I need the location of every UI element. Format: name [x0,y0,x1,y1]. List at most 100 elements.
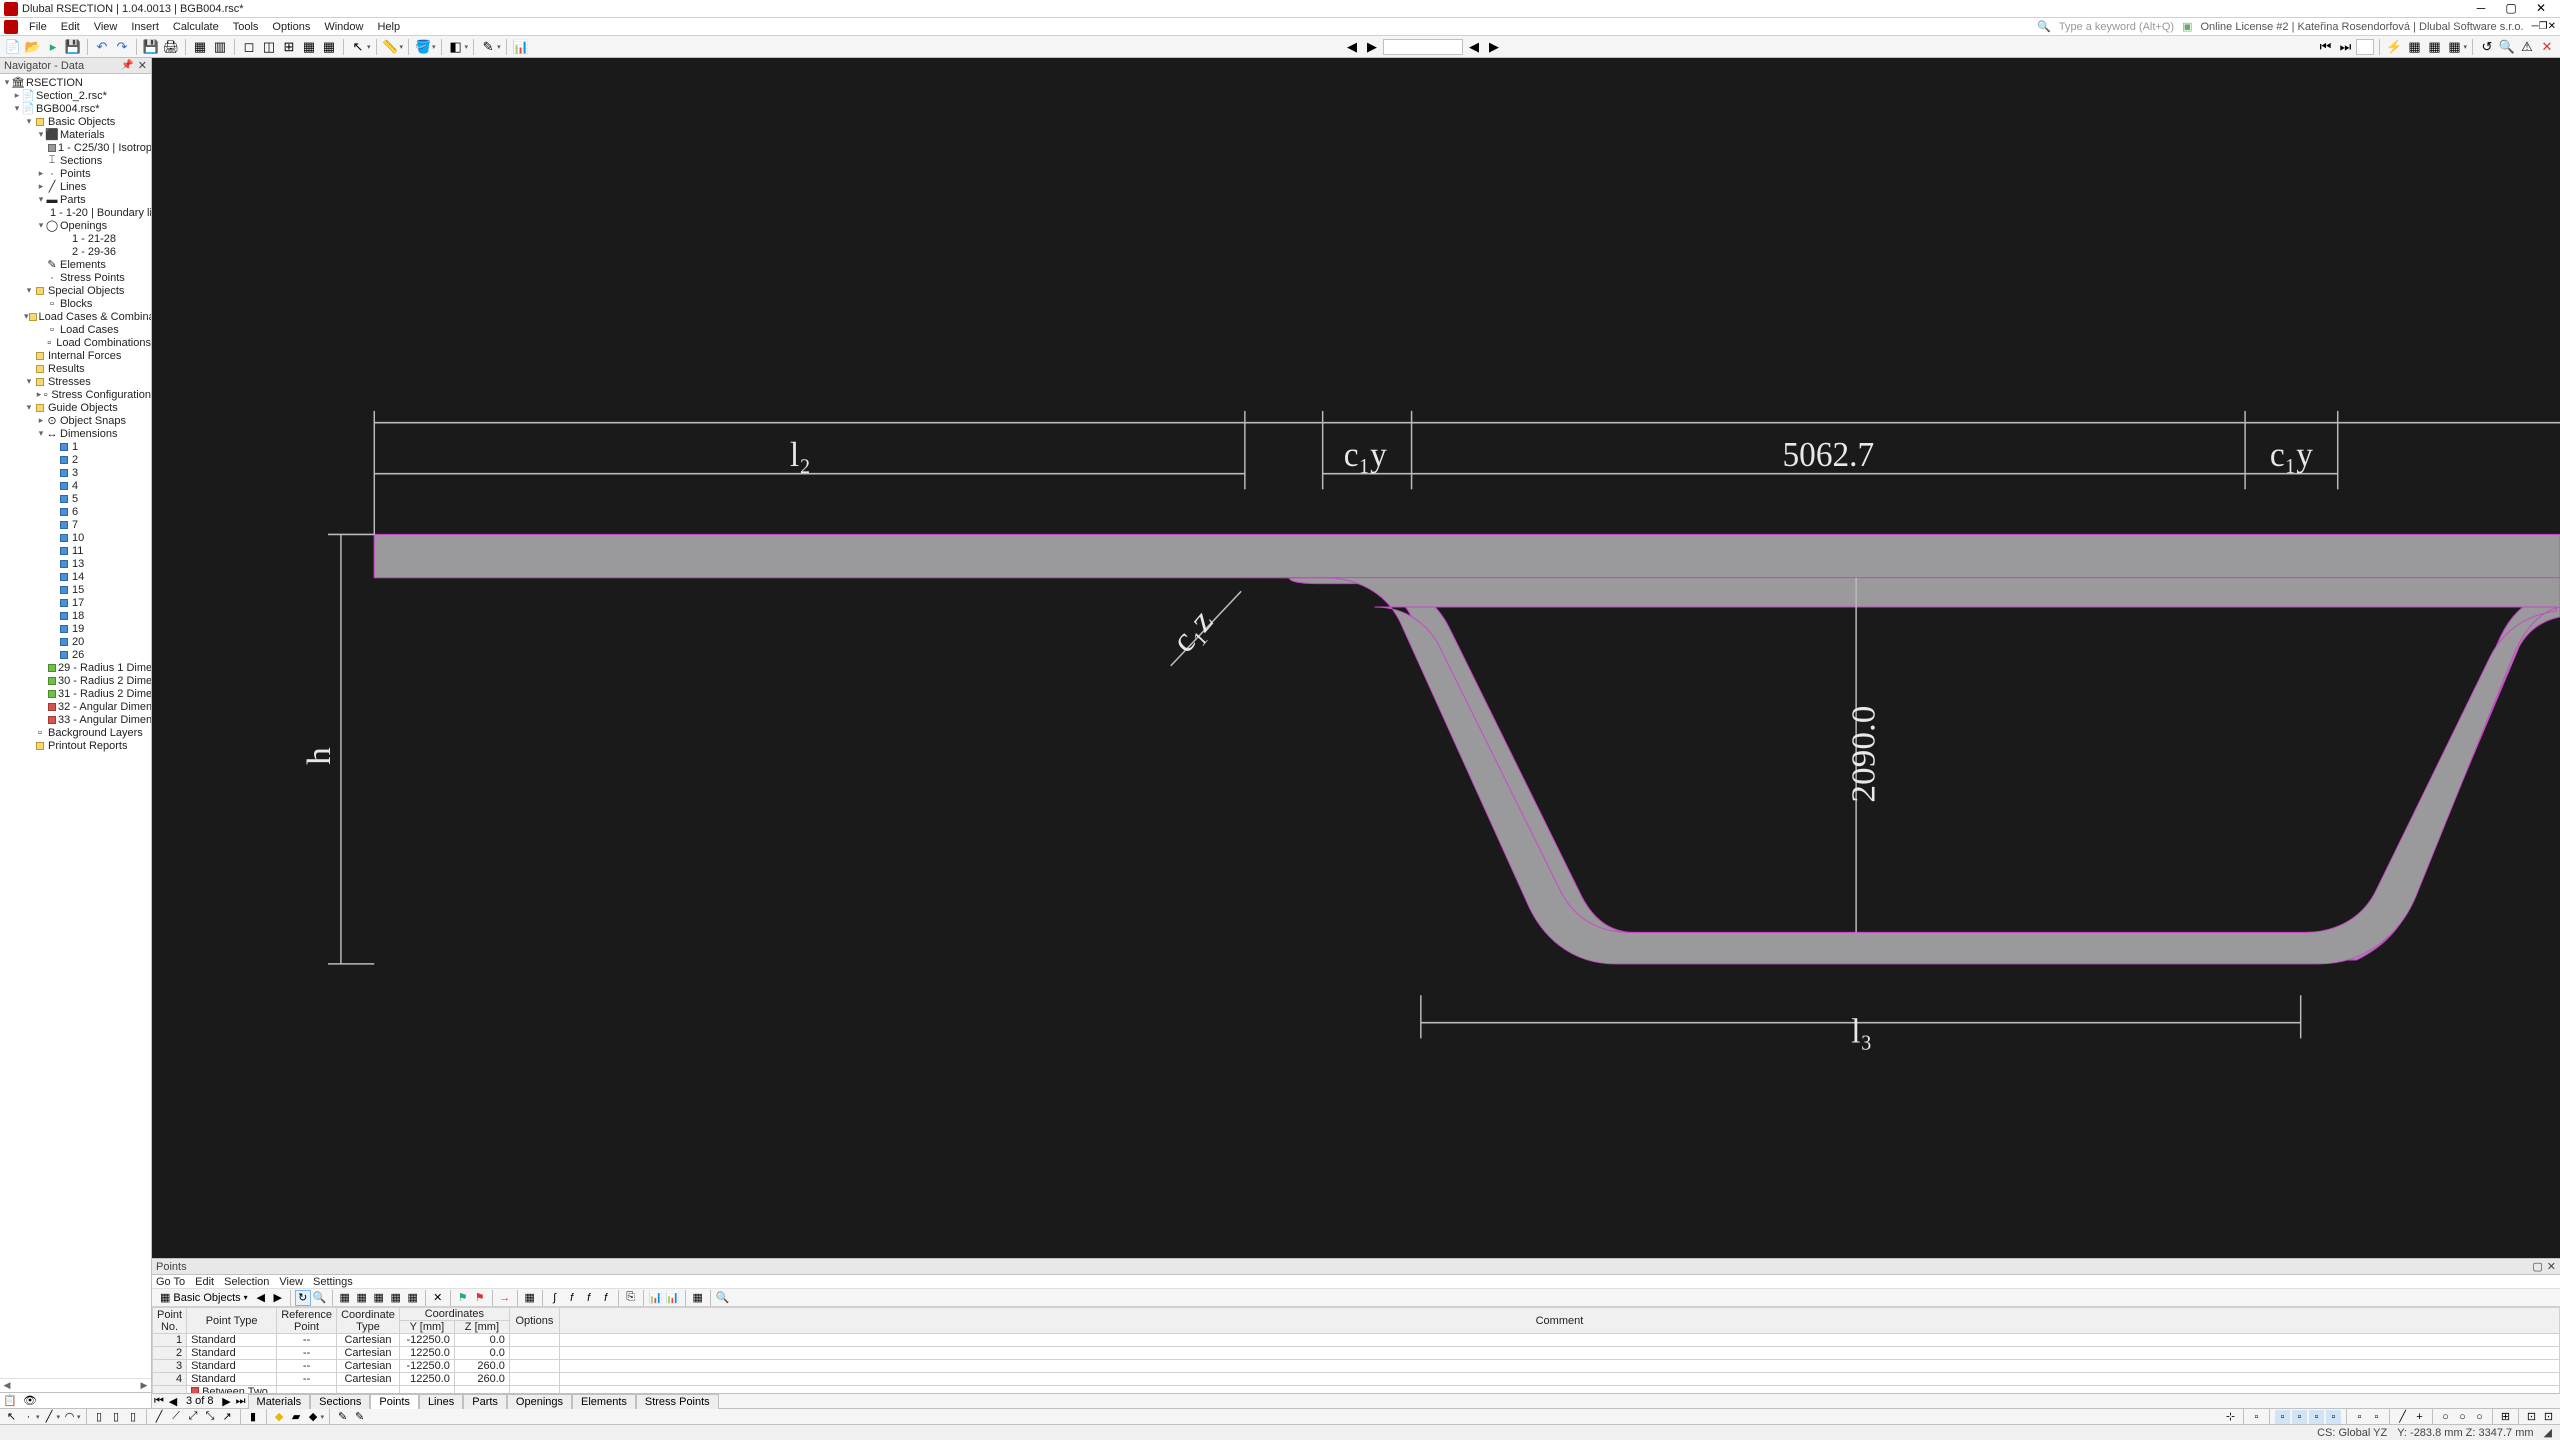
panel-close-icon[interactable]: ✕ [138,59,147,72]
app-menu-icon[interactable] [4,20,18,34]
redo-icon[interactable]: ↷ [113,38,131,56]
edit-tool[interactable]: ✎▾ [479,38,501,56]
menu-edit[interactable]: Edit [54,21,87,33]
bt-axis-icon[interactable]: ⊹ [2223,1410,2238,1424]
bt-2[interactable]: ·▾ [21,1410,40,1424]
th-comment[interactable]: Comment [559,1308,2559,1334]
menu-insert[interactable]: Insert [124,21,166,33]
child-minimize[interactable]: ─ [2532,21,2539,32]
th-ct[interactable]: Coordinate Type [337,1308,400,1334]
points-close-icon[interactable]: ✕ [2547,1260,2556,1273]
tree-dim-32[interactable]: 32 - Angular Dimension alpha 1 [0,700,151,713]
pp-first-icon[interactable]: ⏮ [152,1395,166,1408]
save-icon[interactable]: 💾 [64,38,82,56]
tree-sections[interactable]: ⌶Sections [0,154,151,167]
nav-prev2-icon[interactable]: ◀ [1465,38,1483,56]
pp-tab[interactable]: Sections [310,1394,370,1409]
pp-menu-edit[interactable]: Edit [195,1276,214,1288]
tree-dim-item[interactable]: 10 [0,531,151,544]
view5-icon[interactable]: ▦ [320,38,338,56]
pp-prev-icon[interactable]: ◀ [253,1290,269,1306]
pp-fx1-icon[interactable]: ∫ [547,1290,563,1306]
bt-16[interactable]: ◆▾ [306,1410,325,1424]
grid1-icon[interactable]: ▦ [191,38,209,56]
play-icon[interactable]: ▸ [44,38,62,56]
pp-tab[interactable]: Stress Points [636,1394,719,1409]
bt-v13-icon[interactable]: ⊞ [2498,1410,2513,1424]
bt-v10-icon[interactable]: ○ [2438,1410,2453,1424]
view1-icon[interactable]: ◻ [240,38,258,56]
menu-file[interactable]: File [22,21,54,33]
bt-v3-icon[interactable]: ▫ [2292,1410,2307,1424]
scroll-left-icon[interactable]: ◀ [0,1380,14,1391]
tree-opening-2[interactable]: 2 - 29-36 [0,245,151,258]
pp-tab[interactable]: Lines [419,1394,463,1409]
nav-next2-icon[interactable]: ▶ [1485,38,1503,56]
bt-5-icon[interactable]: ▯ [92,1410,107,1424]
pp-search-icon[interactable]: 🔍 [715,1290,731,1306]
warn-icon[interactable]: ⚠ [2518,38,2536,56]
tree-snaps[interactable]: ▸⊙Object Snaps [0,414,151,427]
bt-v14-icon[interactable]: ⊡ [2524,1410,2539,1424]
filter2-icon[interactable]: ▦ [2425,38,2443,56]
bt-10-icon[interactable]: ⤢ [186,1410,201,1424]
tree-dim-item[interactable]: 6 [0,505,151,518]
pp-grid-icon[interactable]: ▦ [522,1290,538,1306]
pp-prev-page-icon[interactable]: ◀ [166,1395,180,1408]
filter1-icon[interactable]: ▦ [2405,38,2423,56]
bt-6-icon[interactable]: ▯ [109,1410,124,1424]
nav-next-icon[interactable]: ▶ [1363,38,1381,56]
bt-9-icon[interactable]: ⟋ [169,1410,184,1424]
tree-dim-item[interactable]: 11 [0,544,151,557]
tree-stress-config[interactable]: ▸▫Stress Configuration [0,388,151,401]
table-row[interactable]: 1Standard--Cartesian-12250.00.0 [153,1334,2560,1347]
tree-dim-item[interactable]: 14 [0,570,151,583]
select-tool[interactable]: ↖▾ [349,38,371,56]
tree-reports[interactable]: Printout Reports [0,739,151,752]
canvas[interactable]: l₂ c₁y 5062.7 c₁y h 2090.0 l₃ c₁z [152,58,2560,1258]
close-button[interactable]: ✕ [2526,0,2556,18]
filter3-tool[interactable]: ▦▾ [2445,38,2467,56]
paint-tool[interactable]: 🪣▾ [414,38,436,56]
bt-v7-icon[interactable]: ▫ [2369,1410,2384,1424]
tree-dim-item[interactable]: 18 [0,609,151,622]
view2-icon[interactable]: ◫ [260,38,278,56]
tree-materials[interactable]: ▾⬛Materials [0,128,151,141]
search-hint[interactable]: Type a keyword (Alt+Q) [2051,21,2182,33]
pp-fx3-icon[interactable]: f [581,1290,597,1306]
bt-v11-icon[interactable]: ○ [2455,1410,2470,1424]
pp-t5-icon[interactable]: ▦ [405,1290,421,1306]
bt-7-icon[interactable]: ▯ [126,1410,141,1424]
view3-icon[interactable]: ⊞ [280,38,298,56]
clip-tool[interactable]: ◧▾ [447,38,469,56]
pp-tab[interactable]: Parts [463,1394,507,1409]
combo-1[interactable] [1383,39,1463,55]
save2-icon[interactable]: 💾 [142,38,160,56]
pp-find-icon[interactable]: 🔍 [312,1290,328,1306]
points-table[interactable]: Point No. Point Type Reference Point Coo… [152,1307,2560,1393]
child-restore[interactable]: ❐ [2539,21,2548,32]
bt-v9-icon[interactable]: + [2412,1410,2427,1424]
bt-v15-icon[interactable]: ⊡ [2541,1410,2556,1424]
tree-load-cases[interactable]: ▫Load Cases [0,323,151,336]
pp-copy-icon[interactable]: ⎘ [623,1290,639,1306]
tree-results[interactable]: Results [0,362,151,375]
th-coords[interactable]: Coordinates [399,1308,509,1321]
navigator-tree[interactable]: ▾🏛RSECTION ▸📄Section_2.rsc* ▾📄BGB004.rsc… [0,74,151,1378]
th-options[interactable]: Options [509,1308,559,1334]
th-no[interactable]: Point No. [153,1308,187,1334]
tree-dim-item[interactable]: 17 [0,596,151,609]
tree-internal[interactable]: Internal Forces [0,349,151,362]
undo-icon[interactable]: ↶ [93,38,111,56]
tree-special[interactable]: ▾Special Objects [0,284,151,297]
bt-11-icon[interactable]: ⤡ [203,1410,218,1424]
tree-dim-item[interactable]: 19 [0,622,151,635]
tree-opening-1[interactable]: 1 - 21-28 [0,232,151,245]
pp-t2-icon[interactable]: ▦ [354,1290,370,1306]
bt-17-icon[interactable]: ✎ [335,1410,350,1424]
pp-chart-icon[interactable]: 📊 [648,1290,664,1306]
tree-openings[interactable]: ▾◯Openings [0,219,151,232]
tree-dim-33[interactable]: 33 - Angular Dimension alpha 2 [0,713,151,726]
tree-dim-item[interactable]: 15 [0,583,151,596]
pp-chart2-icon[interactable]: 📊 [665,1290,681,1306]
